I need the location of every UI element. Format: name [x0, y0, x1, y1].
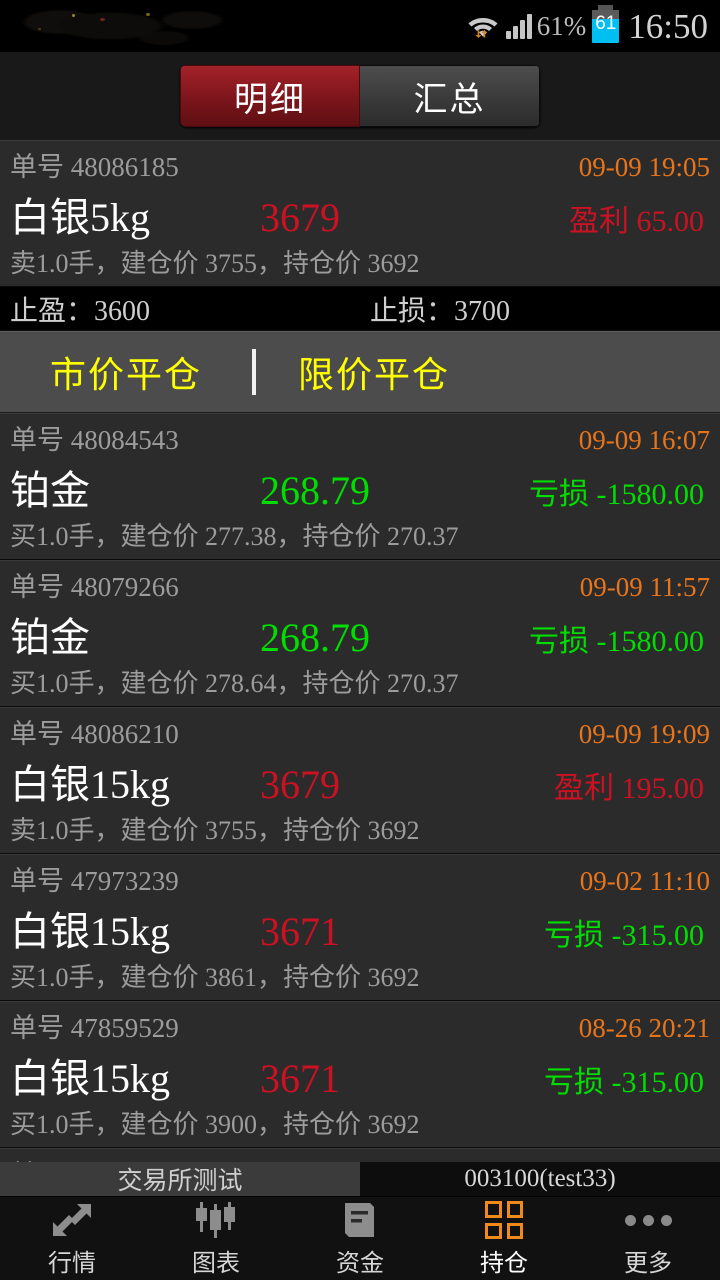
nav-label: 持仓	[480, 1251, 528, 1277]
current-price: 3671	[260, 1056, 340, 1101]
battery-icon: 61	[592, 4, 620, 43]
instrument-name: 白银15kg	[10, 1056, 170, 1101]
footer-status-bar: 交易所测试 003100(test33)	[0, 1162, 720, 1196]
order-time: 09-09 19:09	[578, 719, 710, 749]
trend-arrows-icon	[51, 1199, 93, 1241]
nav-item-chart[interactable]: 图表	[144, 1197, 288, 1280]
battery-percent-label: 61%	[536, 10, 587, 41]
instrument-name: 白银5kg	[10, 195, 150, 240]
app-root: 61% 61 16:50 明细 汇总 单号 48086185 09-09 19:…	[0, 0, 720, 1280]
exchange-name: 交易所测试	[0, 1162, 360, 1196]
positions-list: 单号 48086185 09-09 19:05 白银5kg 3679 盈利 65…	[0, 140, 720, 1280]
market-close-button[interactable]: 市价平仓	[0, 346, 252, 398]
instrument-name: 白银15kg	[10, 762, 170, 807]
more-dots-icon	[624, 1199, 672, 1241]
nav-label: 图表	[192, 1251, 240, 1277]
order-time: 09-09 11:57	[579, 572, 710, 602]
ledger-book-icon	[340, 1199, 380, 1241]
nav-item-positions[interactable]: 持仓	[432, 1197, 576, 1280]
nav-label: 更多	[624, 1251, 672, 1277]
position-detail: 买1.0手，建仓价 3900，持仓价 3692	[10, 1110, 420, 1139]
notification-icons-area	[14, 2, 244, 48]
segmented-control: 明细 汇总	[180, 65, 540, 127]
order-number: 单号 48086185	[10, 152, 179, 182]
position-detail: 卖1.0手，建仓价 3755，持仓价 3692	[10, 249, 420, 278]
order-number: 单号 48079266	[10, 572, 179, 602]
position-row[interactable]: 单号 48084543 09-09 16:07 铂金 268.79 亏损 -15…	[0, 413, 720, 560]
signal-bars-icon	[505, 13, 532, 39]
nav-item-funds[interactable]: 资金	[288, 1197, 432, 1280]
current-price: 268.79	[260, 615, 370, 660]
nav-item-more[interactable]: 更多	[576, 1197, 720, 1280]
current-price: 3679	[260, 195, 340, 240]
nav-label: 资金	[336, 1251, 384, 1277]
instrument-name: 铂金	[10, 468, 90, 513]
bottom-navigation: 行情 图表 资金 持仓 更多	[0, 1196, 720, 1280]
instrument-name: 铂金	[10, 615, 90, 660]
profit-loss: 亏损 -1580.00	[529, 625, 704, 658]
order-number: 单号 47859529	[10, 1013, 179, 1043]
profit-loss: 亏损 -315.00	[544, 919, 704, 952]
order-time: 09-09 16:07	[578, 425, 710, 455]
profit-loss: 亏损 -1580.00	[529, 478, 704, 511]
candlestick-chart-icon	[193, 1199, 239, 1241]
order-time: 09-02 11:10	[579, 866, 710, 896]
stop-profit-value: 止盈：3600	[10, 295, 151, 327]
position-detail: 卖1.0手，建仓价 3755，持仓价 3692	[10, 816, 420, 845]
wifi-icon	[466, 11, 500, 41]
stop-settings-row[interactable]: 止盈：3600 止损：3700	[0, 287, 720, 331]
account-id: 003100(test33)	[360, 1162, 720, 1196]
battery-level-label: 61	[595, 12, 617, 34]
instrument-name: 白银15kg	[10, 909, 170, 954]
tab-bar: 明细 汇总	[0, 52, 720, 140]
position-row[interactable]: 单号 47859529 08-26 20:21 白银15kg 3671 亏损 -…	[0, 1001, 720, 1148]
profit-loss: 亏损 -315.00	[544, 1066, 704, 1099]
position-row[interactable]: 单号 48086210 09-09 19:09 白银15kg 3679 盈利 1…	[0, 707, 720, 854]
order-number: 单号 47973239	[10, 866, 179, 896]
current-price: 3671	[260, 909, 340, 954]
current-price: 3679	[260, 762, 340, 807]
position-row[interactable]: 单号 47973239 09-02 11:10 白银15kg 3671 亏损 -…	[0, 854, 720, 1001]
order-time: 08-26 20:21	[578, 1013, 710, 1043]
profit-loss: 盈利 65.00	[569, 205, 704, 238]
close-action-bar: 市价平仓 限价平仓	[0, 331, 720, 413]
limit-close-button[interactable]: 限价平仓	[256, 346, 556, 398]
nav-item-quotes[interactable]: 行情	[0, 1197, 144, 1280]
order-time: 09-09 19:05	[578, 152, 710, 182]
profit-loss: 盈利 195.00	[554, 772, 704, 805]
position-row[interactable]: 单号 48079266 09-09 11:57 铂金 268.79 亏损 -15…	[0, 560, 720, 707]
current-price: 268.79	[260, 468, 370, 513]
order-number: 单号 48086210	[10, 719, 179, 749]
tab-summary[interactable]: 汇总	[360, 65, 540, 127]
position-detail: 买1.0手，建仓价 3861，持仓价 3692	[10, 963, 420, 992]
stop-loss-value: 止损：3700	[369, 295, 510, 327]
grid-squares-icon	[485, 1199, 523, 1241]
position-detail: 买1.0手，建仓价 277.38，持仓价 270.37	[10, 522, 459, 551]
status-bar: 61% 61 16:50	[0, 0, 720, 52]
tab-detail[interactable]: 明细	[180, 65, 360, 127]
position-row[interactable]: 单号 48086185 09-09 19:05 白银5kg 3679 盈利 65…	[0, 140, 720, 287]
order-number: 单号 48084543	[10, 425, 179, 455]
position-detail: 买1.0手，建仓价 278.64，持仓价 270.37	[10, 669, 459, 698]
nav-label: 行情	[48, 1251, 96, 1277]
status-bar-clock: 16:50	[628, 6, 708, 46]
